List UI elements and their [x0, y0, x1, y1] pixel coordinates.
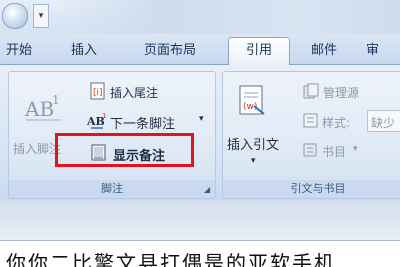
title-bar-background: [60, 0, 400, 34]
quick-access-bar: ▾: [0, 0, 400, 34]
manage-sources-icon[interactable]: [303, 83, 319, 103]
document-canvas[interactable]: 你你二比擎文县打偶是的亚软手机: [0, 240, 400, 267]
tab-references[interactable]: 引用: [228, 37, 290, 66]
show-notes-highlight-box: [55, 133, 194, 167]
tab-review[interactable]: 审: [366, 40, 400, 62]
footnotes-dialog-launcher-icon[interactable]: ◢: [204, 186, 212, 194]
next-footnote-label[interactable]: 下一条脚注: [110, 113, 175, 132]
style-select[interactable]: 缺少: [367, 110, 400, 132]
bibliography-label[interactable]: 书目: [322, 143, 346, 160]
footnotes-group-label: 脚注: [9, 180, 215, 198]
insert-citation-label[interactable]: 插入引文: [227, 134, 279, 153]
document-text-line: 你你二比擎文县打偶是的亚软手机: [6, 251, 336, 267]
ruler-area: [0, 200, 400, 240]
endnote-icon[interactable]: [i]: [89, 82, 107, 104]
office-button[interactable]: [2, 3, 28, 29]
style-label: 样式:: [322, 116, 351, 130]
insert-endnote-label[interactable]: 插入尾注: [110, 84, 158, 101]
citations-group-label: 引文与书目: [223, 180, 400, 198]
manage-sources-label[interactable]: 管理源: [323, 84, 359, 101]
tab-home[interactable]: 开始: [0, 40, 38, 62]
next-footnote-dropdown-icon[interactable]: ▾: [199, 114, 204, 124]
style-select-value: 缺少: [371, 116, 396, 130]
qat-customize-dropdown[interactable]: ▾: [33, 4, 49, 28]
insert-citation-dropdown-icon[interactable]: ▾: [251, 156, 256, 166]
bibliography-icon[interactable]: [303, 142, 319, 162]
insert-citation-icon[interactable]: (w): [237, 84, 267, 122]
tab-page-layout[interactable]: 页面布局: [126, 40, 214, 62]
next-footnote-icon[interactable]: AB 1: [86, 110, 109, 134]
citations-bibliography-group: (w) 插入引文 ▾ 管理源 样式: 缺少 书目 ▾ 引文与书目: [222, 71, 400, 199]
style-icon[interactable]: [303, 113, 319, 133]
footnote-ab1-icon[interactable]: AB 1: [23, 92, 63, 130]
svg-text:1: 1: [52, 93, 60, 107]
svg-text:[i]: [i]: [93, 88, 103, 98]
tab-mailings[interactable]: 邮件: [300, 40, 348, 62]
ribbon-tabs: 开始 插入 页面布局 引用 邮件 审: [0, 34, 400, 66]
svg-text:AB: AB: [24, 97, 54, 121]
svg-text:1: 1: [102, 112, 106, 120]
bibliography-dropdown-icon[interactable]: ▾: [353, 144, 358, 154]
tab-insert[interactable]: 插入: [60, 40, 108, 62]
insert-footnote-label[interactable]: 插入脚注: [13, 140, 61, 157]
